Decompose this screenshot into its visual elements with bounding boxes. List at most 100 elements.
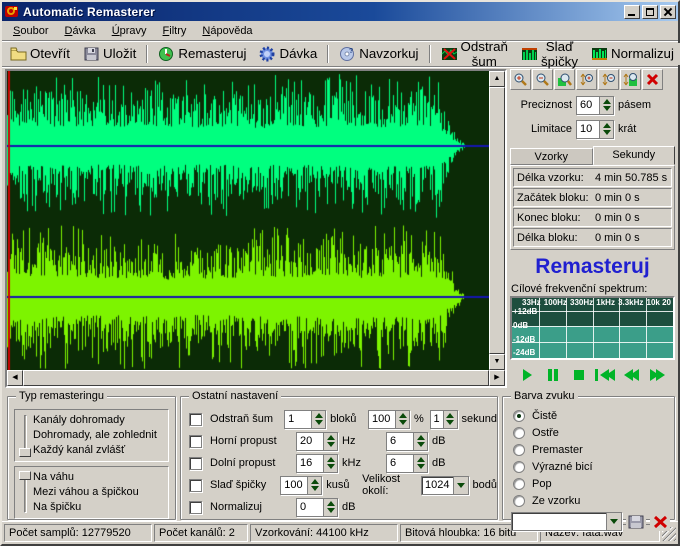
target-spectrum-editor[interactable]: 33Hz100Hz330Hz1kHz3.3kHz10k 20 +12dB 0dB… [510, 296, 675, 360]
save-button[interactable]: Uložit [77, 43, 142, 65]
precision-spin-buttons[interactable] [599, 97, 613, 114]
limit-spinner[interactable]: 10 [576, 120, 614, 139]
other-settings-title: Ostatní nastavení [189, 390, 281, 402]
neighborhood-combo[interactable]: 1024 [421, 476, 468, 495]
highpass-checkbox[interactable] [189, 435, 202, 448]
radio-ciste[interactable]: Čistě [513, 407, 674, 424]
slider-thumb[interactable] [19, 471, 31, 480]
channel-mode-option[interactable]: Každý kanál zvlášť [33, 443, 166, 458]
radio-ostre[interactable]: Ostře [513, 424, 674, 441]
save-preset-button[interactable] [626, 513, 646, 531]
radio-icon [513, 495, 525, 507]
denoise-checkbox[interactable] [189, 413, 202, 426]
menu-davka[interactable]: Dávka [57, 23, 102, 39]
zoom-in-vertical-button[interactable] [576, 69, 597, 90]
denoise-percent-spinner[interactable]: 100 [368, 410, 410, 429]
play-button[interactable] [516, 365, 538, 385]
weight-mode-slider[interactable] [17, 470, 33, 515]
zoom-fit-vertical-button[interactable] [620, 69, 641, 90]
slider-thumb[interactable] [19, 448, 31, 457]
main-area: ▲ ▼ ◀ ▶ Precizn [2, 67, 678, 388]
normalize-checkbox[interactable] [189, 501, 202, 514]
horizontal-scroll-thumb[interactable] [23, 370, 489, 386]
limit-spin-buttons[interactable] [599, 121, 613, 138]
remaster-big-button[interactable]: Remasteruj [510, 252, 675, 282]
cd-icon: ? [339, 46, 356, 62]
close-button[interactable] [660, 5, 676, 19]
close-file-button[interactable] [642, 69, 663, 90]
scroll-right-button[interactable]: ▶ [489, 370, 505, 386]
weight-mode-option[interactable]: Mezi váhou a špičkou [33, 485, 166, 500]
pause-button[interactable] [542, 365, 564, 385]
stop-button[interactable] [568, 365, 590, 385]
tab-sekundy[interactable]: Sekundy [593, 146, 676, 165]
dropdown-arrow-icon[interactable] [453, 477, 468, 494]
radio-premaster[interactable]: Premaster [513, 441, 674, 458]
title-bar[interactable]: Automatic Remasterer [2, 2, 678, 21]
zoom-out-horizontal-button[interactable] [532, 69, 553, 90]
lowpass-checkbox[interactable] [189, 457, 202, 470]
normalize-button[interactable]: Normalizuj [585, 43, 680, 65]
waveform-horizontal-scrollbar[interactable]: ◀ ▶ [7, 370, 505, 386]
tab-vzorky[interactable]: Vzorky [510, 148, 593, 165]
lowpass-freq-spinner[interactable]: 16 [296, 454, 338, 473]
minimize-button[interactable] [624, 5, 640, 19]
channel-mode-slider[interactable] [17, 413, 33, 458]
preset-combo[interactable] [511, 512, 622, 531]
red-x-icon [653, 515, 668, 529]
denoise-button[interactable]: Odstraň šum [435, 43, 514, 65]
align-peaks-checkbox[interactable] [189, 479, 202, 492]
channel-mode-option[interactable]: Kanály dohromady [33, 413, 166, 428]
precision-spinner[interactable]: 60 [576, 96, 614, 115]
radio-ze-vzorku[interactable]: Ze vzorku [513, 492, 674, 509]
lowpass-db-spinner[interactable]: 6 [386, 454, 428, 473]
waveform-vertical-scrollbar[interactable]: ▲ ▼ [489, 71, 505, 370]
menu-soubor[interactable]: Soubor [6, 23, 55, 39]
menu-filtry[interactable]: Filtry [156, 23, 194, 39]
weight-mode-option[interactable]: Na váhu [33, 470, 166, 485]
radio-icon [513, 427, 525, 439]
app-window: Automatic Remasterer Soubor Dávka Úpravy… [0, 0, 680, 546]
maximize-button[interactable] [642, 5, 658, 19]
radio-vyrazne-bici[interactable]: Výrazné bicí [513, 458, 674, 475]
weight-mode-option[interactable]: Na špičku [33, 500, 166, 515]
dropdown-arrow-icon[interactable] [606, 513, 621, 530]
status-channel-count: Počet kanálů: 2 [154, 524, 248, 542]
radio-icon [513, 410, 525, 422]
channel-mode-option[interactable]: Dohromady, ale zohlednit [33, 428, 166, 443]
window-title: Automatic Remasterer [23, 5, 624, 19]
align-peaks-button[interactable]: Slaď špičky [515, 43, 584, 65]
waveform-display[interactable] [7, 71, 489, 370]
scroll-left-button[interactable]: ◀ [7, 370, 23, 386]
skip-start-button[interactable] [594, 365, 616, 385]
rewind-button[interactable] [620, 365, 642, 385]
denoise-seconds-spinner[interactable]: 1 [430, 410, 458, 429]
zoom-toolbar [510, 69, 675, 90]
menu-upravy[interactable]: Úpravy [105, 23, 154, 39]
normalize-db-spinner[interactable]: 0 [296, 498, 338, 517]
zoom-fit-horizontal-button[interactable] [554, 69, 575, 90]
play-icon [523, 369, 532, 381]
forward-button[interactable] [646, 365, 668, 385]
scroll-up-button[interactable]: ▲ [489, 71, 505, 87]
batch-button[interactable]: Dávka [253, 43, 323, 65]
align-peaks-count-spinner[interactable]: 100 [280, 476, 322, 495]
channel-mode-box: Kanály dohromady Dohromady, ale zohledni… [14, 409, 169, 462]
vertical-scroll-thumb[interactable] [489, 87, 505, 354]
zoom-in-horizontal-button[interactable] [510, 69, 531, 90]
open-button[interactable]: Otevřít [4, 43, 76, 65]
menu-napoveda[interactable]: Nápověda [195, 23, 259, 39]
remaster-button[interactable]: Remasteruj [152, 43, 252, 65]
denoise-blocks-spinner[interactable]: 1 [284, 410, 326, 429]
time-info-panel: Délka vzorku: 4 min 50.785 s Začátek blo… [510, 165, 675, 250]
status-sample-rate: Vzorkování: 44100 kHz [250, 524, 398, 542]
highpass-freq-spinner[interactable]: 20 [296, 432, 338, 451]
radio-pop[interactable]: Pop [513, 475, 674, 492]
resample-button[interactable]: ? Navzorkuj [333, 43, 424, 65]
block-start-row: Začátek bloku: 0 min 0 s [513, 188, 672, 207]
limit-unit: krát [618, 123, 636, 135]
highpass-db-spinner[interactable]: 6 [386, 432, 428, 451]
zoom-out-vertical-button[interactable] [598, 69, 619, 90]
scroll-down-button[interactable]: ▼ [489, 354, 505, 370]
delete-preset-button[interactable] [650, 513, 670, 531]
